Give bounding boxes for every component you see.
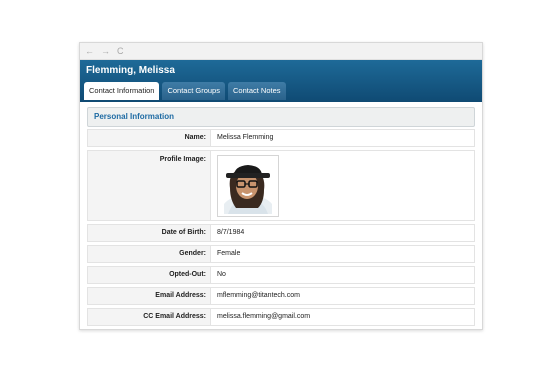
- page-title: Flemming, Melissa: [86, 65, 175, 76]
- forward-icon[interactable]: →: [101, 43, 110, 59]
- profile-image-label: Profile Image:: [88, 151, 211, 220]
- profile-image-row: Profile Image:: [87, 150, 475, 221]
- back-icon[interactable]: ←: [85, 43, 94, 59]
- email-row: Email Address: mflemming@titantech.com: [87, 287, 475, 305]
- gender-label: Gender:: [88, 246, 211, 262]
- opted-out-label: Opted-Out:: [88, 267, 211, 283]
- tab-bar: Contact Information Contact Groups Conta…: [84, 82, 286, 100]
- name-row: Name: Melissa Flemming: [87, 129, 475, 147]
- avatar-photo: [220, 158, 276, 214]
- email-label: Email Address:: [88, 288, 211, 304]
- browser-window: ← → C Flemming, Melissa Contact Informat…: [79, 42, 483, 330]
- tab-contact-groups[interactable]: Contact Groups: [162, 82, 225, 100]
- content-panel: Personal Information Name: Melissa Flemm…: [80, 102, 482, 326]
- gender-row: Gender: Female: [87, 245, 475, 263]
- opted-out-value: No: [217, 271, 226, 278]
- cc-email-label: CC Email Address:: [88, 309, 211, 325]
- gender-value: Female: [217, 250, 241, 257]
- cc-email-row: CC Email Address: melissa.flemming@gmail…: [87, 308, 475, 326]
- profile-photo: [217, 155, 279, 217]
- dob-label: Date of Birth:: [88, 225, 211, 241]
- app-header: Flemming, Melissa Contact Information Co…: [80, 60, 482, 102]
- name-label: Name:: [88, 130, 211, 146]
- name-value: Melissa Flemming: [217, 134, 274, 141]
- section-header: Personal Information: [87, 107, 475, 127]
- tab-contact-information[interactable]: Contact Information: [84, 82, 160, 100]
- browser-toolbar: ← → C: [80, 43, 482, 60]
- email-value: mflemming@titantech.com: [217, 292, 300, 299]
- cc-email-value: melissa.flemming@gmail.com: [217, 313, 311, 320]
- tab-contact-notes[interactable]: Contact Notes: [227, 82, 286, 100]
- dob-row: Date of Birth: 8/7/1984: [87, 224, 475, 242]
- opted-out-row: Opted-Out: No: [87, 266, 475, 284]
- reload-icon[interactable]: C: [117, 43, 124, 59]
- dob-value: 8/7/1984: [217, 229, 245, 236]
